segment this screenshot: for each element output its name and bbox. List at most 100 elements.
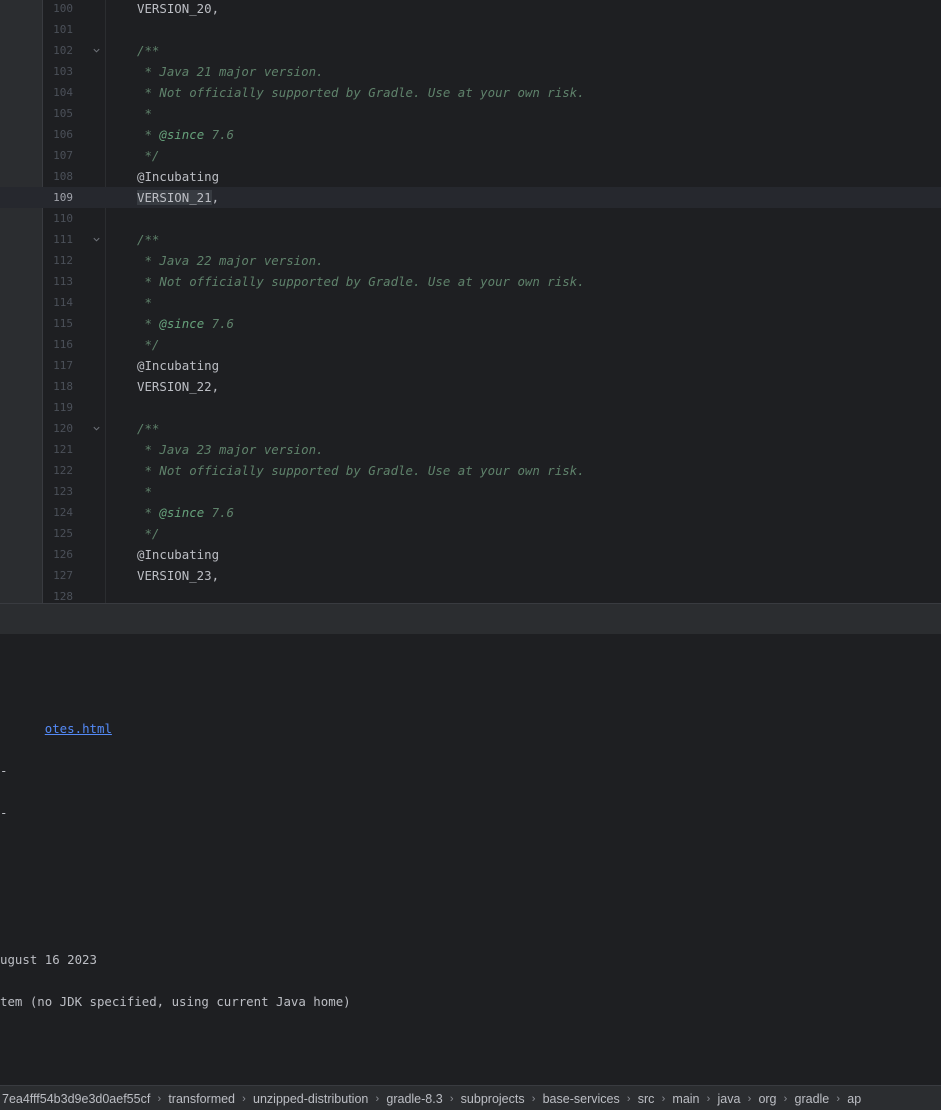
- breadcrumb-item[interactable]: ap: [845, 1087, 863, 1110]
- code-line[interactable]: 109 VERSION_21,: [0, 187, 941, 208]
- line-number: 123: [53, 485, 73, 498]
- code-line[interactable]: 115 * @since 7.6: [0, 313, 941, 334]
- code-line[interactable]: 107 */: [0, 145, 941, 166]
- console-toolchain-info: tem (no JDK specified, using current Jav…: [0, 994, 351, 1009]
- code-line[interactable]: 100 VERSION_20,: [0, 0, 941, 19]
- code-line[interactable]: 101: [0, 19, 941, 40]
- build-output-console[interactable]: otes.html - - ugust 16 2023 tem (no JDK …: [0, 634, 941, 1084]
- doc-comment: * @since 7.6: [137, 316, 234, 331]
- doc-comment: * Java 22 major version.: [137, 253, 324, 268]
- doc-comment: /**: [137, 43, 160, 58]
- breadcrumb-item[interactable]: org: [756, 1087, 778, 1110]
- breadcrumb-item[interactable]: src: [636, 1087, 657, 1110]
- doc-comment: */: [137, 337, 160, 352]
- code-line[interactable]: 117 @Incubating: [0, 355, 941, 376]
- tool-window-header[interactable]: [0, 603, 941, 635]
- breadcrumb-item[interactable]: subprojects: [459, 1087, 527, 1110]
- enum-constant: VERSION_22,: [137, 379, 220, 394]
- console-separator-line: -: [0, 805, 8, 820]
- line-number: 126: [53, 548, 73, 561]
- code-line[interactable]: 104 * Not officially supported by Gradle…: [0, 82, 941, 103]
- code-line[interactable]: 110: [0, 208, 941, 229]
- chevron-right-icon: ›: [747, 1092, 752, 1105]
- doc-comment: */: [137, 526, 160, 541]
- code-line[interactable]: 119: [0, 397, 941, 418]
- enum-constant: VERSION_20,: [137, 1, 220, 16]
- chevron-right-icon: ›: [242, 1092, 246, 1105]
- breadcrumb-item[interactable]: transformed: [166, 1087, 237, 1110]
- line-number: 102: [53, 44, 73, 57]
- enum-constant: VERSION_21,: [137, 190, 220, 205]
- navigation-breadcrumb-bar: 7ea4fff54b3d9e3d0aef55cf › transformed › unz…: [0, 1085, 941, 1110]
- doc-comment: *: [137, 484, 152, 499]
- line-number: 105: [53, 107, 73, 120]
- fold-chevron-icon[interactable]: [92, 424, 101, 433]
- line-number: 113: [53, 275, 73, 288]
- annotation: @Incubating: [137, 547, 220, 562]
- code-line[interactable]: 127 VERSION_23,: [0, 565, 941, 586]
- code-line[interactable]: 105 *: [0, 103, 941, 124]
- breadcrumb-item[interactable]: 7ea4fff54b3d9e3d0aef55cf: [0, 1087, 152, 1110]
- ide-window: 100 VERSION_20, 101 102 /** 103 * Java 21 maj…: [0, 0, 941, 1110]
- line-number: 117: [53, 359, 73, 372]
- code-line[interactable]: 113 * Not officially supported by Gradle…: [0, 271, 941, 292]
- line-number: 106: [53, 128, 73, 141]
- line-number: 116: [53, 338, 73, 351]
- line-number: 125: [53, 527, 73, 540]
- line-number: 103: [53, 65, 73, 78]
- breadcrumb-item[interactable]: main: [670, 1087, 701, 1110]
- chevron-right-icon: ›: [836, 1092, 841, 1105]
- code-line[interactable]: 120 /**: [0, 418, 941, 439]
- doc-comment: * @since 7.6: [137, 127, 234, 142]
- annotation: @Incubating: [137, 358, 220, 373]
- code-line[interactable]: 124 * @since 7.6: [0, 502, 941, 523]
- line-number: 122: [53, 464, 73, 477]
- breadcrumb-item[interactable]: base-services: [541, 1087, 622, 1110]
- doc-comment: * Not officially supported by Gradle. Us…: [137, 463, 585, 478]
- chevron-right-icon: ›: [661, 1092, 666, 1105]
- breadcrumb-item[interactable]: unzipped-distribution: [251, 1087, 370, 1110]
- code-line[interactable]: 106 * @since 7.6: [0, 124, 941, 145]
- code-line[interactable]: 126 @Incubating: [0, 544, 941, 565]
- code-line[interactable]: 103 * Java 21 major version.: [0, 61, 941, 82]
- breadcrumb-item[interactable]: gradle-8.3: [384, 1087, 444, 1110]
- line-number: 127: [53, 569, 73, 582]
- fold-chevron-icon[interactable]: [92, 46, 101, 55]
- code-line[interactable]: 123 *: [0, 481, 941, 502]
- console-separator-line: -: [0, 763, 8, 778]
- console-line-release-notes: otes.html: [0, 697, 112, 760]
- doc-comment: * @since 7.6: [137, 505, 234, 520]
- console-build-time: ugust 16 2023: [0, 952, 97, 967]
- breadcrumb-item[interactable]: java: [716, 1087, 743, 1110]
- code-line[interactable]: 128: [0, 586, 941, 603]
- line-number: 110: [53, 212, 73, 225]
- code-line[interactable]: 122 * Not officially supported by Gradle…: [0, 460, 941, 481]
- line-number: 114: [53, 296, 73, 309]
- line-number: 124: [53, 506, 73, 519]
- doc-comment: /**: [137, 232, 160, 247]
- code-line[interactable]: 112 * Java 22 major version.: [0, 250, 941, 271]
- breadcrumb-item[interactable]: gradle: [793, 1087, 832, 1110]
- line-number: 100: [53, 2, 73, 15]
- fold-chevron-icon[interactable]: [92, 235, 101, 244]
- line-number: 115: [53, 317, 73, 330]
- code-line[interactable]: 114 *: [0, 292, 941, 313]
- code-line[interactable]: 116 */: [0, 334, 941, 355]
- chevron-right-icon: ›: [706, 1092, 711, 1105]
- chevron-right-icon: ›: [626, 1092, 631, 1105]
- doc-comment: * Java 21 major version.: [137, 64, 324, 79]
- code-line[interactable]: 118 VERSION_22,: [0, 376, 941, 397]
- doc-comment: *: [137, 106, 152, 121]
- doc-comment: * Java 23 major version.: [137, 442, 324, 457]
- code-line[interactable]: 125 */: [0, 523, 941, 544]
- release-notes-link[interactable]: otes.html: [45, 721, 112, 736]
- code-editor[interactable]: 100 VERSION_20, 101 102 /** 103 * Java 21 maj…: [0, 0, 941, 603]
- code-line[interactable]: 121 * Java 23 major version.: [0, 439, 941, 460]
- line-number: 108: [53, 170, 73, 183]
- code-line[interactable]: 111 /**: [0, 229, 941, 250]
- code-line[interactable]: 102 /**: [0, 40, 941, 61]
- code-line[interactable]: 108 @Incubating: [0, 166, 941, 187]
- line-number: 107: [53, 149, 73, 162]
- chevron-right-icon: ›: [157, 1092, 162, 1105]
- line-number: 118: [53, 380, 73, 393]
